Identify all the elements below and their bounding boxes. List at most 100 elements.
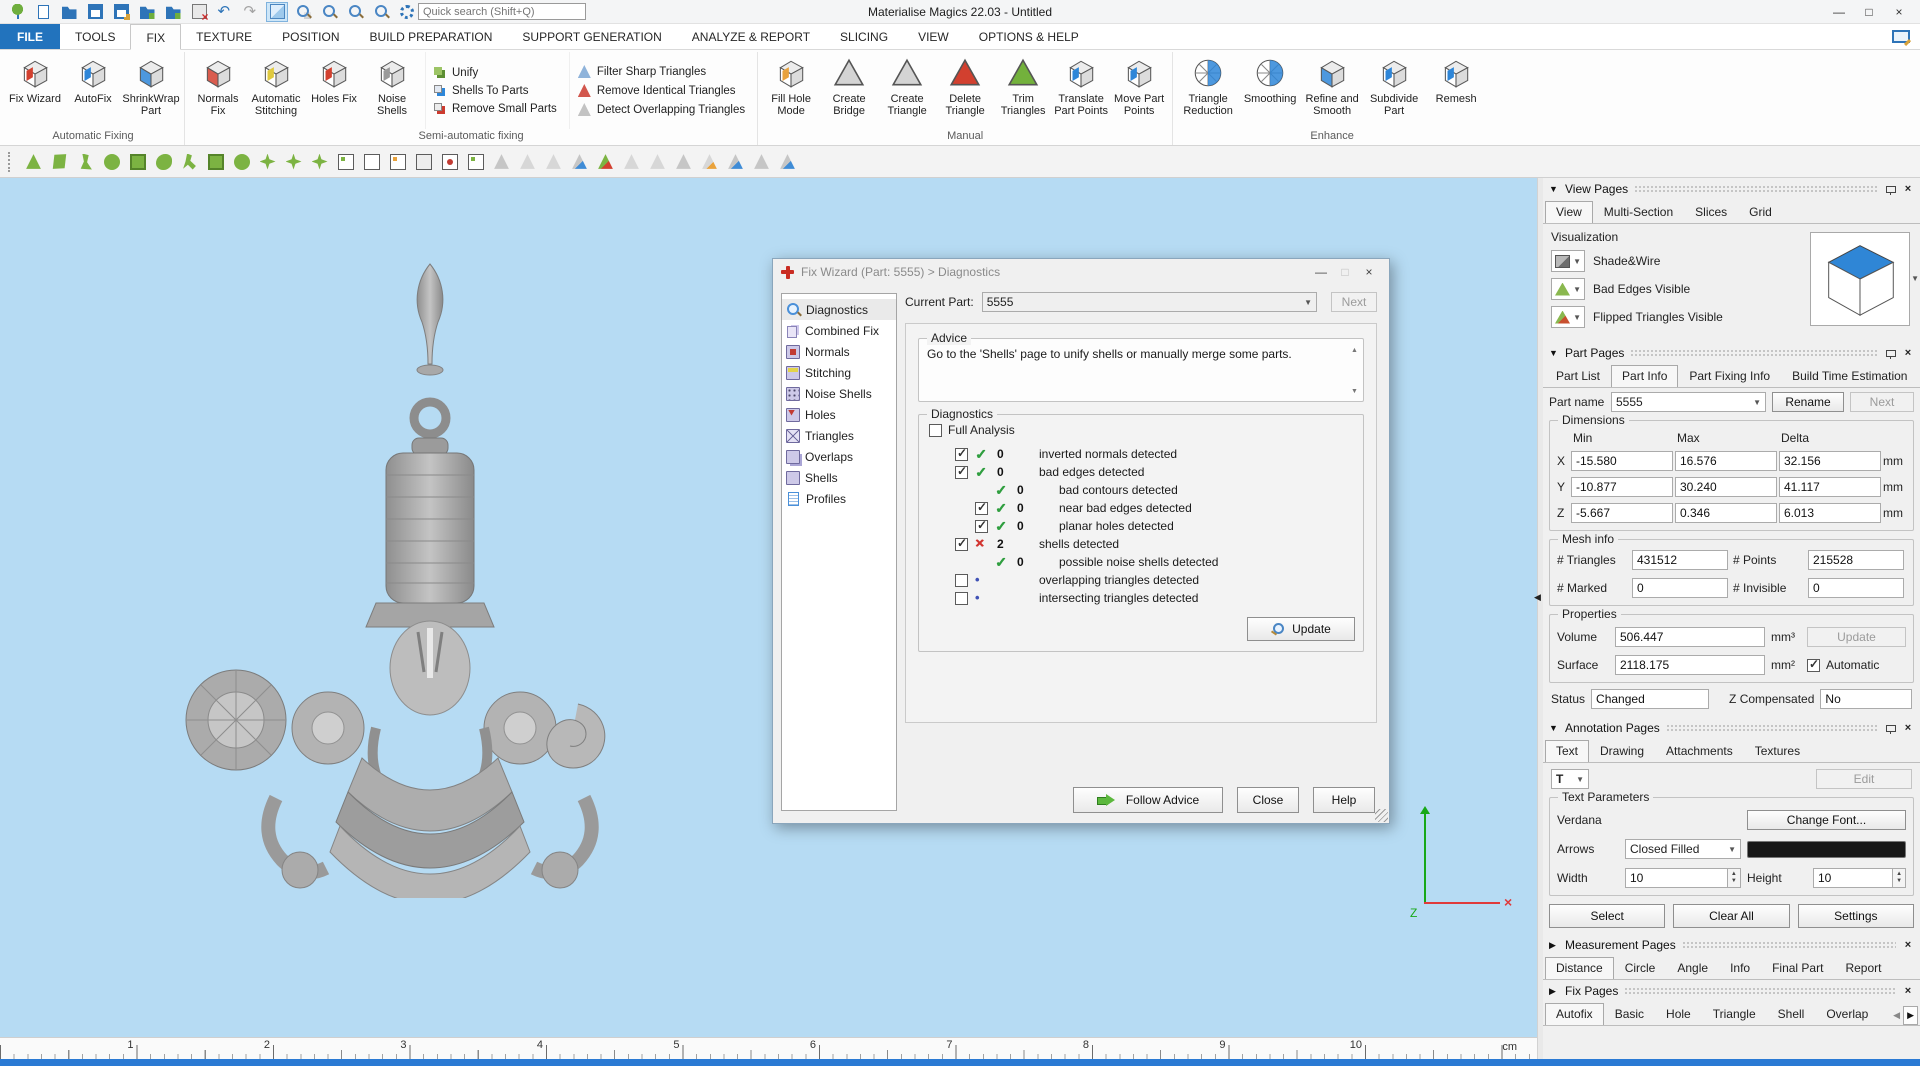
tab-fix-more[interactable]: F — [1879, 1003, 1890, 1025]
surface-field[interactable] — [1615, 655, 1765, 675]
fixwizard-page-profiles[interactable]: Profiles — [782, 488, 896, 509]
update-button[interactable]: Update — [1247, 617, 1355, 641]
fixwizard-page-holes[interactable]: Holes — [782, 404, 896, 425]
fill-hole-mode-button[interactable]: Fill Hole Mode — [762, 52, 820, 129]
clear-all-button[interactable]: Clear All — [1673, 904, 1789, 928]
tab-part-info[interactable]: Part Info — [1611, 365, 1678, 388]
settings-button[interactable]: Settings — [1798, 904, 1914, 928]
tab-attachments[interactable]: Attachments — [1655, 740, 1744, 762]
triangle-reduction-button[interactable]: Triangle Reduction — [1177, 52, 1239, 129]
tab-view[interactable]: View — [1545, 201, 1593, 224]
dialog-minimize-button[interactable]: — — [1309, 265, 1333, 279]
subdivide-part-button[interactable]: Subdivide Part — [1363, 52, 1425, 129]
tab-hole[interactable]: Hole — [1655, 1003, 1702, 1025]
next-part-button[interactable]: Next — [1331, 292, 1377, 312]
menu-options-help[interactable]: OPTIONS & HELP — [964, 24, 1094, 49]
tab-scroll-left-icon[interactable]: ◀ — [1890, 1007, 1903, 1024]
model-3d[interactable] — [180, 258, 620, 898]
menu-support-generation[interactable]: SUPPORT GENERATION — [507, 24, 676, 49]
remove-small-parts-button[interactable]: Remove Small Parts — [434, 103, 557, 115]
close-button[interactable]: × — [1884, 5, 1914, 19]
close-icon[interactable]: × — [1902, 347, 1914, 359]
height-stepper[interactable]: ▲▼ — [1813, 868, 1906, 888]
fixwizard-page-noise-shells[interactable]: Noise Shells — [782, 383, 896, 404]
tab-info[interactable]: Info — [1719, 957, 1761, 979]
tab-build-time-estimation[interactable]: Build Time Estimation — [1781, 365, 1918, 387]
create-triangle-button[interactable]: Create Triangle — [878, 52, 936, 129]
fixwizard-page-shells[interactable]: Shells — [782, 467, 896, 488]
filter-sharp-triangles-button[interactable]: Filter Sharp Triangles — [578, 65, 745, 78]
full-analysis-checkbox[interactable] — [929, 424, 942, 437]
menu-slicing[interactable]: SLICING — [825, 24, 903, 49]
follow-advice-button[interactable]: Follow Advice — [1073, 787, 1223, 813]
menu-position[interactable]: POSITION — [267, 24, 354, 49]
autofix-button[interactable]: AutoFix — [64, 52, 122, 129]
shells-to-parts-button[interactable]: Shells To Parts — [434, 85, 557, 97]
help-button[interactable]: Help — [1313, 787, 1375, 813]
toolbar-grip[interactable] — [8, 152, 11, 172]
close-icon[interactable]: × — [1902, 985, 1914, 997]
fixwizard-page-diagnostics[interactable]: Diagnostics — [782, 299, 896, 320]
arrows-style-select[interactable]: Closed Filled ▼ — [1625, 839, 1741, 859]
dimension-max-field[interactable] — [1675, 477, 1777, 497]
expand-section-icon[interactable]: ▶ — [1549, 940, 1559, 951]
menu-analyze-report[interactable]: ANALYZE & REPORT — [677, 24, 825, 49]
minimize-button[interactable]: — — [1824, 5, 1854, 19]
close-icon[interactable]: × — [1902, 722, 1914, 734]
shrinkwrap-part-button[interactable]: ShrinkWrap Part — [122, 52, 180, 129]
close-icon[interactable]: × — [1902, 183, 1914, 195]
dialog-maximize-button[interactable]: □ — [1333, 265, 1357, 279]
text-tool-select[interactable]: T ▼ — [1551, 769, 1589, 789]
maximize-button[interactable]: □ — [1854, 5, 1884, 19]
trim-triangles-button[interactable]: Trim Triangles — [994, 52, 1052, 129]
status-field[interactable] — [1591, 689, 1709, 709]
refine-and-smooth-button[interactable]: Refine and Smooth — [1301, 52, 1363, 129]
tab-triangle[interactable]: Triangle — [1702, 1003, 1767, 1025]
expand-section-icon[interactable]: ▶ — [1549, 986, 1559, 997]
tab-scroll-right-icon[interactable]: ▶ — [1903, 1006, 1918, 1025]
automatic-stitching-button[interactable]: Automatic Stitching — [247, 52, 305, 129]
collapse-panel-icon[interactable]: ◀ — [1534, 592, 1541, 603]
rename-button[interactable]: Rename — [1772, 392, 1844, 412]
pin-icon[interactable] — [1885, 723, 1896, 734]
diagnostic-checkbox[interactable] — [955, 448, 968, 461]
pin-icon[interactable] — [1885, 348, 1896, 359]
menu-fix[interactable]: FIX — [130, 24, 181, 50]
change-font-button[interactable]: Change Font... — [1747, 810, 1906, 830]
automatic-checkbox[interactable] — [1807, 659, 1820, 672]
customize-view-icon[interactable] — [1892, 30, 1910, 43]
fix-wizard-button[interactable]: Fix Wizard — [6, 52, 64, 129]
fixwizard-page-overlaps[interactable]: Overlaps — [782, 446, 896, 467]
menu-file[interactable]: FILE — [0, 24, 60, 49]
move-part-points-button[interactable]: Move Part Points — [1110, 52, 1168, 129]
remesh-button[interactable]: Remesh — [1425, 52, 1487, 129]
diagnostic-checkbox[interactable] — [975, 502, 988, 515]
holes-fix-button[interactable]: Holes Fix — [305, 52, 363, 129]
edit-annotation-button[interactable]: Edit — [1816, 769, 1912, 789]
tab-text[interactable]: Text — [1545, 740, 1589, 763]
tab-part-list[interactable]: Part List — [1545, 365, 1611, 387]
fixwizard-page-normals[interactable]: Normals — [782, 341, 896, 362]
tab-textures[interactable]: Textures — [1744, 740, 1811, 762]
viewport-3d[interactable]: Z × Fix Wizard (Part: 5555) > Diagnostic… — [0, 178, 1537, 1037]
diagnostic-checkbox[interactable] — [955, 574, 968, 587]
update-volume-button[interactable]: Update — [1807, 627, 1906, 647]
diagnostic-checkbox[interactable] — [975, 520, 988, 533]
dimension-max-field[interactable] — [1675, 503, 1777, 523]
dimension-min-field[interactable] — [1571, 451, 1673, 471]
tab-drawing[interactable]: Drawing — [1589, 740, 1655, 762]
diagnostic-checkbox[interactable] — [955, 466, 968, 479]
tab-circle[interactable]: Circle — [1614, 957, 1667, 979]
tab-report[interactable]: Report — [1834, 957, 1892, 979]
noise-shells-button[interactable]: Noise Shells — [363, 52, 421, 129]
tab-angle[interactable]: Angle — [1666, 957, 1719, 979]
spinner-arrows-icon[interactable]: ▲▼ — [1893, 868, 1906, 888]
diagnostic-checkbox[interactable] — [955, 592, 968, 605]
collapse-section-icon[interactable]: ▼ — [1549, 184, 1559, 194]
fixwizard-page-combined-fix[interactable]: Combined Fix — [782, 320, 896, 341]
width-stepper[interactable]: ▲▼ — [1625, 868, 1741, 888]
close-icon[interactable]: × — [1902, 939, 1914, 951]
dialog-close-button[interactable]: × — [1357, 265, 1381, 279]
dimension-delta-field[interactable] — [1779, 503, 1881, 523]
dialog-resize-grip[interactable] — [1375, 809, 1388, 822]
